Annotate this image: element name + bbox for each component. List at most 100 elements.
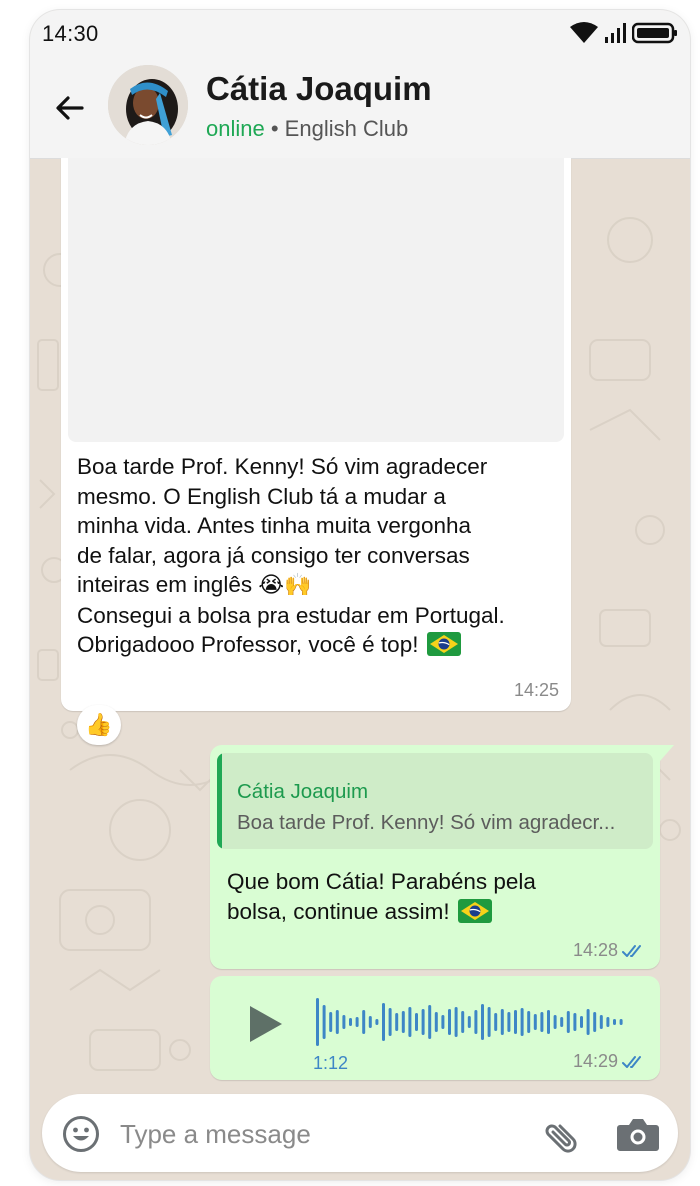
waveform-bar bbox=[375, 1019, 379, 1025]
waveform-bar bbox=[401, 1011, 405, 1033]
waveform-bar bbox=[355, 1017, 359, 1027]
chat-header: Cátia Joaquim online • English Club bbox=[30, 56, 690, 159]
message-time: 14:29 bbox=[572, 1051, 618, 1071]
waveform-bar bbox=[494, 1013, 498, 1031]
waveform-bar bbox=[514, 1010, 517, 1034]
contact-subtitle: online • English Club bbox=[206, 116, 408, 142]
waveform-bar bbox=[481, 1004, 484, 1040]
play-icon[interactable] bbox=[246, 1003, 286, 1045]
quote-bar bbox=[217, 753, 222, 849]
waveform-bar bbox=[553, 1015, 557, 1029]
double-check-icon bbox=[622, 944, 641, 957]
message-line-text: bolsa, continue assim! bbox=[227, 898, 450, 924]
waveform-bar bbox=[461, 1011, 465, 1033]
message-line: Consegui a bolsa pra estudar em Portugal… bbox=[77, 602, 505, 628]
waveform-bar bbox=[560, 1017, 564, 1027]
status-bar: 14:30 bbox=[30, 10, 690, 56]
message-time: 14:28 bbox=[572, 940, 618, 960]
message-input[interactable] bbox=[118, 1116, 522, 1152]
waveform-bar bbox=[540, 1012, 544, 1032]
brazil-flag-icon bbox=[426, 632, 461, 656]
waveform-bar bbox=[500, 1009, 504, 1035]
quoted-text: Boa tarde Prof. Kenny! Só vim agradecr..… bbox=[237, 811, 616, 834]
message-line: bolsa, continue assim! bbox=[227, 897, 647, 927]
waveform-bar bbox=[349, 1018, 352, 1026]
incoming-message[interactable]: Boa tarde Prof. Kenny! Só vim agradecer … bbox=[61, 158, 571, 711]
waveform-bar bbox=[329, 1012, 333, 1032]
battery-icon bbox=[632, 22, 677, 44]
phone-screen: 14:30 Cátia Joaquim online • English Clu… bbox=[30, 10, 690, 1180]
waveform-bar bbox=[415, 1013, 418, 1031]
waveform-bar bbox=[421, 1009, 425, 1035]
online-status: online bbox=[206, 116, 265, 141]
waveform-bar bbox=[586, 1009, 590, 1035]
message-text: Boa tarde Prof. Kenny! Só vim agradecer … bbox=[77, 452, 561, 660]
waveform-bar bbox=[362, 1010, 366, 1034]
waveform-bar bbox=[599, 1015, 603, 1029]
waveform-bar bbox=[322, 1005, 326, 1039]
waveform-bar bbox=[382, 1003, 385, 1041]
waveform-bar bbox=[573, 1013, 577, 1031]
waveform-bar bbox=[441, 1015, 445, 1029]
waveform-bar bbox=[342, 1015, 346, 1029]
attach-icon[interactable] bbox=[540, 1114, 582, 1156]
outgoing-voice-message[interactable]: 1:12 14:29 bbox=[210, 976, 660, 1080]
group-name: English Club bbox=[284, 116, 409, 141]
waveform-bar bbox=[566, 1011, 570, 1033]
waveform-bar bbox=[474, 1010, 478, 1034]
camera-icon[interactable] bbox=[616, 1114, 660, 1154]
waveform-bar bbox=[533, 1014, 537, 1030]
waveform-bar bbox=[335, 1010, 339, 1034]
bubble-tail bbox=[660, 745, 674, 761]
voice-waveform[interactable] bbox=[314, 994, 634, 1050]
message-line: mesmo. O English Club tá a mudar a bbox=[77, 483, 446, 509]
outgoing-message[interactable]: Cátia Joaquim Boa tarde Prof. Kenny! Só … bbox=[210, 745, 674, 969]
message-line: minha vida. Antes tinha muita vergonha bbox=[77, 513, 471, 538]
waveform-bar bbox=[619, 1019, 623, 1025]
emoji-icon[interactable] bbox=[62, 1115, 100, 1153]
waveform-bar bbox=[368, 1016, 372, 1028]
message-line-text: Obrigadooo Professor, você é top! bbox=[77, 632, 419, 657]
avatar-image bbox=[108, 65, 188, 145]
waveform-bar bbox=[408, 1007, 412, 1037]
back-arrow-icon[interactable] bbox=[52, 90, 88, 126]
waveform-bar bbox=[448, 1009, 451, 1035]
waveform-bar bbox=[527, 1011, 531, 1033]
waveform-bar bbox=[487, 1007, 491, 1037]
waveform-bar bbox=[388, 1008, 392, 1036]
message-meta: 14:28 bbox=[573, 940, 648, 961]
waveform-bar bbox=[580, 1016, 583, 1028]
waveform-bar bbox=[507, 1012, 511, 1032]
message-line: Que bom Cátia! Parabéns pela bbox=[227, 869, 536, 894]
contact-name[interactable]: Cátia Joaquim bbox=[206, 70, 432, 108]
quoted-reply[interactable]: Cátia Joaquim Boa tarde Prof. Kenny! Só … bbox=[217, 753, 653, 849]
waveform-bar bbox=[454, 1007, 458, 1037]
waveform-bar bbox=[613, 1019, 616, 1025]
signal-icon bbox=[605, 23, 626, 43]
message-time: 14:25 bbox=[513, 680, 559, 700]
double-check-icon bbox=[622, 1055, 641, 1068]
waveform-bar bbox=[467, 1016, 471, 1028]
message-line: inteiras em inglês 😭🙌 bbox=[77, 570, 561, 601]
waveform-bar bbox=[428, 1005, 432, 1039]
message-text: Que bom Cátia! Parabéns pela bolsa, cont… bbox=[227, 867, 647, 926]
waveform-bar bbox=[593, 1012, 597, 1032]
voice-duration: 1:12 bbox=[313, 1053, 349, 1073]
status-time: 14:30 bbox=[42, 21, 99, 46]
message-photo[interactable] bbox=[68, 158, 564, 442]
avatar[interactable] bbox=[108, 65, 188, 145]
status-icons bbox=[570, 22, 678, 44]
subtitle-separator: • bbox=[270, 116, 279, 141]
message-line: Obrigadooo Professor, você é top! bbox=[77, 630, 561, 660]
brazil-flag-icon bbox=[457, 898, 492, 923]
message-line-text: inteiras em inglês bbox=[77, 572, 253, 597]
message-line: Boa tarde Prof. Kenny! Só vim agradecer bbox=[77, 454, 488, 479]
waveform-bar bbox=[520, 1008, 524, 1036]
message-meta: 14:29 bbox=[573, 1051, 648, 1072]
waveform-bar bbox=[606, 1017, 610, 1027]
message-composer bbox=[42, 1094, 678, 1172]
emoji-crying-raising-hands: 😭🙌 bbox=[258, 573, 312, 598]
waveform-bar bbox=[547, 1010, 550, 1034]
message-line: de falar, agora já consigo ter conversas bbox=[77, 542, 470, 568]
reaction-thumbs-up[interactable]: 👍 bbox=[77, 705, 121, 745]
